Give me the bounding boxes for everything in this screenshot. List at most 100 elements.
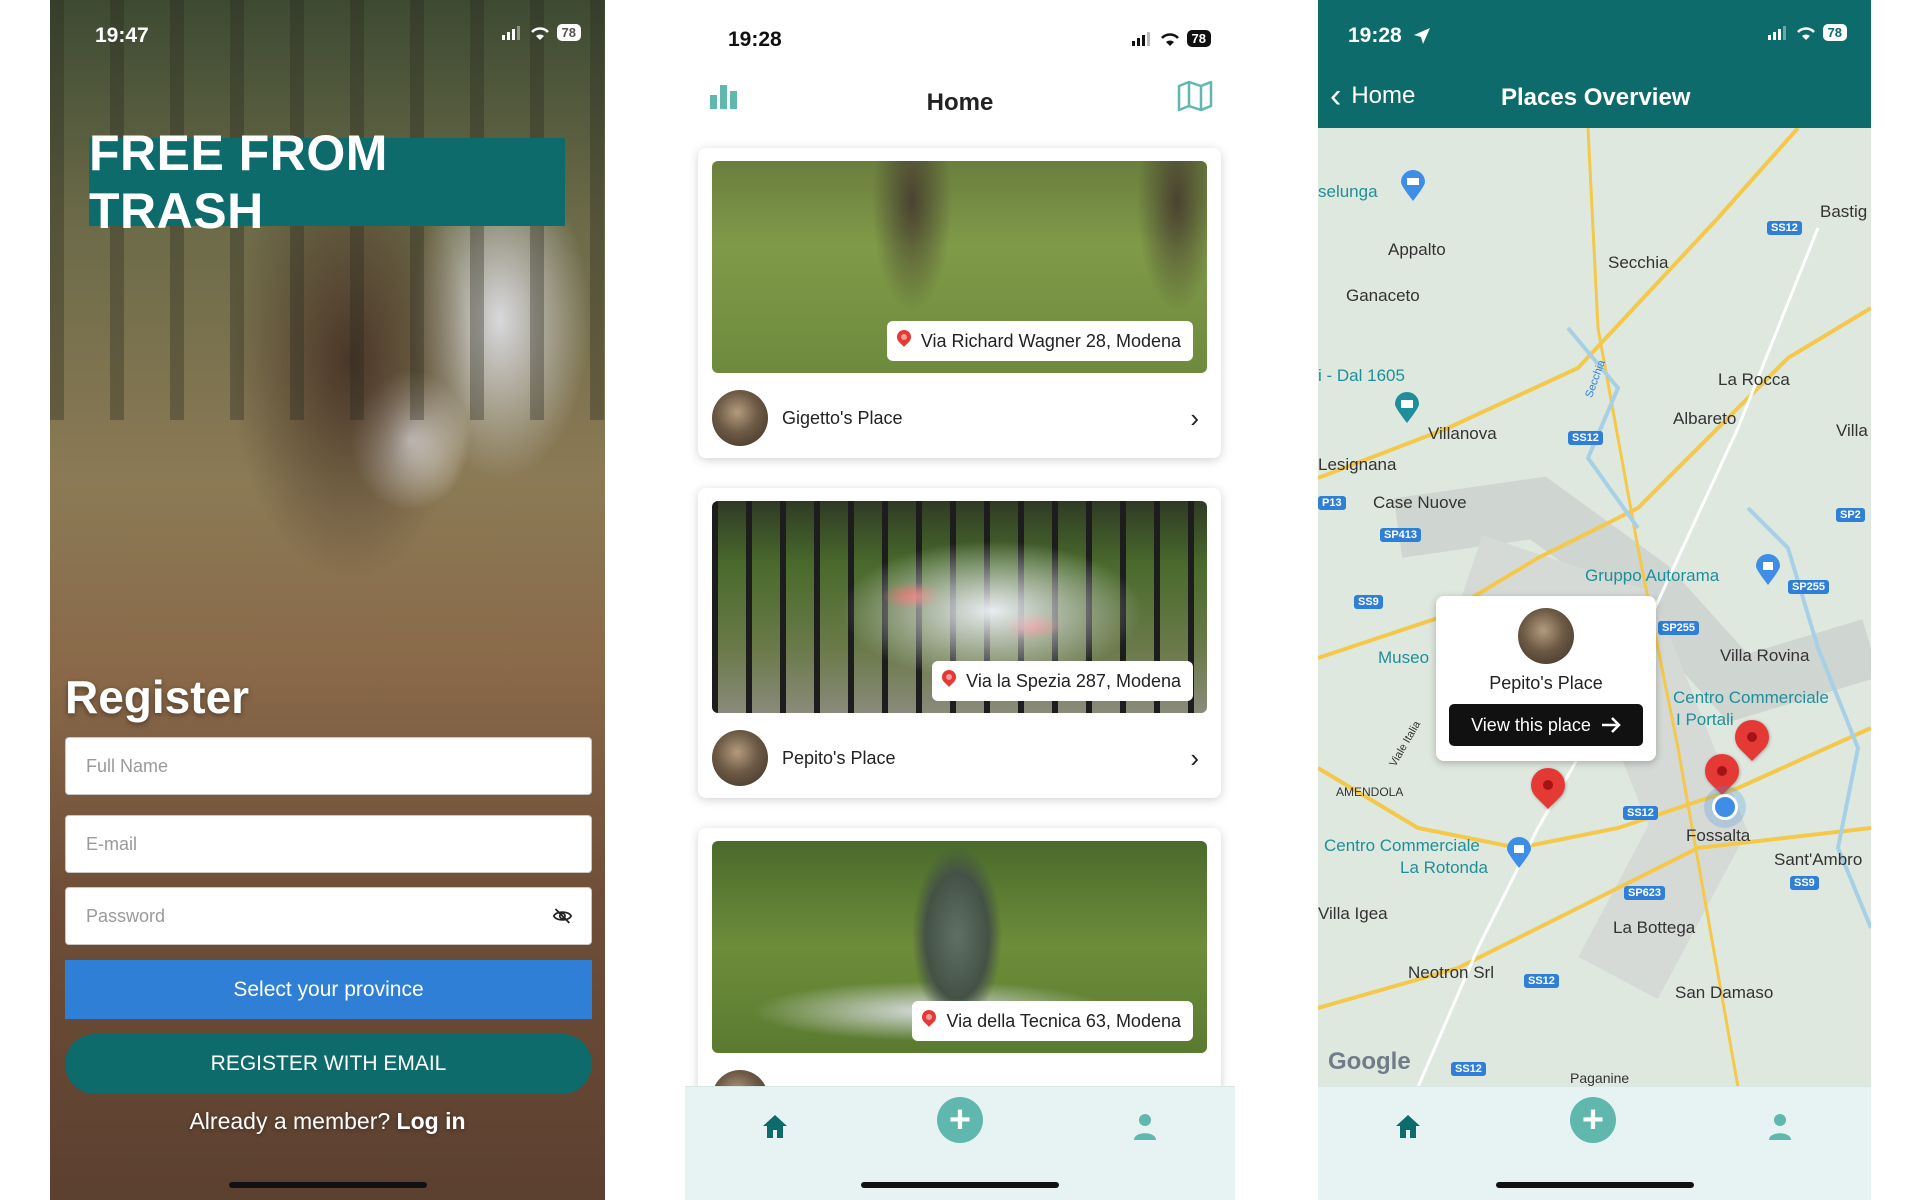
map-label: Appalto	[1388, 240, 1446, 259]
battery-icon: 78	[1822, 24, 1847, 41]
password-field[interactable]	[65, 887, 592, 945]
back-label[interactable]: Home	[1351, 82, 1415, 110]
road-shield: SP255	[1658, 621, 1700, 635]
page-title: Places Overview	[1501, 84, 1691, 111]
register-with-email-button[interactable]: REGISTER WITH EMAIL	[65, 1034, 592, 1094]
profile-icon[interactable]	[1133, 1113, 1157, 1141]
map-label: Villa	[1836, 421, 1868, 440]
login-link[interactable]: Log in	[397, 1108, 466, 1134]
map-label: Paganine	[1570, 1070, 1630, 1086]
map-label: selunga	[1318, 182, 1378, 201]
map-label: Centro Commerciale	[1673, 688, 1829, 707]
hide-password-icon[interactable]	[552, 905, 573, 927]
google-logo: Google	[1328, 1048, 1411, 1075]
chevron-right-icon[interactable]: ›	[1190, 403, 1199, 434]
road-shield: SS12	[1623, 806, 1658, 820]
map-label: Fossalta	[1686, 826, 1751, 845]
avatar	[1518, 608, 1574, 664]
map-label: Lesignana	[1318, 455, 1397, 474]
home-icon[interactable]	[1394, 1113, 1422, 1139]
tab-bar: +	[685, 1086, 1235, 1200]
status-icons: 78	[1131, 30, 1211, 47]
status-bar: 19:28 78	[685, 0, 1235, 70]
wifi-icon	[530, 26, 549, 40]
map-label: Bastig	[1820, 202, 1868, 221]
map-label: I Portali	[1676, 710, 1734, 729]
arrow-right-icon[interactable]	[1601, 717, 1621, 733]
app-title: FREE FROM TRASH	[89, 125, 565, 239]
map-label: Case Nuove	[1373, 493, 1467, 512]
place-name: Pepito's Place	[782, 747, 896, 768]
home-indicator	[861, 1182, 1059, 1188]
place-address: Via la Spezia 287, Modena	[966, 670, 1181, 691]
battery-icon: 78	[556, 24, 581, 41]
shopping-cart-icon[interactable]	[1400, 170, 1426, 202]
chevron-right-icon[interactable]: ›	[1190, 743, 1199, 774]
tab-bar: +	[1318, 1086, 1871, 1200]
status-time: 19:47	[95, 24, 149, 47]
navigation-bar: Home	[685, 75, 1235, 130]
road-shield: SP413	[1380, 528, 1422, 542]
place-card[interactable]: Via la Spezia 287, Modena Pepito's Place…	[698, 488, 1221, 798]
page-title: Home	[926, 89, 994, 116]
map-label: Secchia	[1608, 253, 1669, 272]
map-label: AMENDOLA	[1336, 785, 1404, 799]
map-label: La Rotonda	[1400, 858, 1488, 877]
full-name-input[interactable]	[84, 754, 573, 778]
road-shield: SS12	[1767, 221, 1802, 235]
road-shield: SS9	[1790, 876, 1819, 890]
place-popup[interactable]: Pepito's Place View this place	[1436, 596, 1656, 761]
place-owner-row[interactable]: Pepito's Place ›	[712, 730, 1207, 786]
place-address: Via Richard Wagner 28, Modena	[920, 330, 1181, 351]
map-label: La Bottega	[1613, 918, 1696, 937]
add-icon[interactable]: +	[937, 1097, 983, 1143]
map-view[interactable]: selunga Appalto Ganaceto Secchia Bastig …	[1318, 128, 1871, 1087]
add-icon[interactable]: +	[1570, 1097, 1616, 1143]
map-label: Centro Commerciale	[1324, 836, 1480, 855]
view-place-label[interactable]: View this place	[1471, 715, 1591, 736]
email-input[interactable]	[84, 832, 573, 856]
back-button[interactable]: ‹ Home	[1330, 79, 1415, 113]
wifi-icon	[1160, 32, 1179, 46]
map-label: San Damaso	[1675, 983, 1774, 1002]
register-heading: Register	[65, 671, 250, 723]
place-card[interactable]: Via Richard Wagner 28, Modena Gigetto's …	[698, 148, 1221, 458]
full-name-field[interactable]	[65, 737, 592, 795]
address-badge: Via la Spezia 287, Modena	[932, 661, 1193, 701]
avatar	[712, 730, 768, 786]
shopping-bag-icon[interactable]	[1755, 554, 1781, 586]
road-shield: SS12	[1568, 431, 1603, 445]
home-icon[interactable]	[761, 1113, 789, 1139]
map-label: i - Dal 1605	[1318, 366, 1405, 385]
map-label: Albareto	[1673, 409, 1737, 428]
view-place-button[interactable]: View this place	[1449, 704, 1643, 746]
map-icon[interactable]	[1177, 80, 1213, 112]
map-label: Neotron Srl	[1408, 963, 1494, 982]
status-icons: 78	[501, 24, 581, 41]
shopping-bag-icon[interactable]	[1506, 837, 1532, 869]
signal-icon	[501, 25, 520, 40]
profile-icon[interactable]	[1768, 1113, 1792, 1141]
email-field[interactable]	[65, 815, 592, 873]
home-screen: 19:28 78 Home Via Richard Wagner 28, Mod…	[685, 0, 1235, 1200]
address-badge: Via Richard Wagner 28, Modena	[886, 321, 1193, 361]
home-indicator	[1495, 1182, 1694, 1188]
password-input[interactable]	[84, 904, 553, 928]
signal-icon	[1131, 31, 1150, 46]
place-name: Gigetto's Place	[782, 407, 903, 428]
wifi-icon	[1796, 26, 1815, 40]
places-overview-screen: 19:28 78 ‹ Home Places Overview selunga	[1318, 0, 1871, 1200]
popup-place-name: Pepito's Place	[1489, 673, 1603, 693]
location-pin-icon	[893, 327, 914, 347]
status-time: 19:28	[728, 28, 782, 51]
chevron-left-icon[interactable]: ‹	[1330, 79, 1341, 113]
already-member-text: Already a member?	[189, 1108, 391, 1134]
place-owner-row[interactable]: Gigetto's Place ›	[712, 390, 1207, 446]
road-shield: SS12	[1524, 974, 1559, 988]
road-shield: SP2	[1836, 508, 1865, 522]
header-bar: 19:28 78 ‹ Home Places Overview	[1318, 0, 1871, 128]
location-arrow-icon	[1414, 28, 1430, 44]
select-province-button[interactable]: Select your province	[65, 960, 592, 1019]
museum-icon[interactable]	[1394, 392, 1420, 424]
map-label: La Rocca	[1718, 370, 1790, 389]
